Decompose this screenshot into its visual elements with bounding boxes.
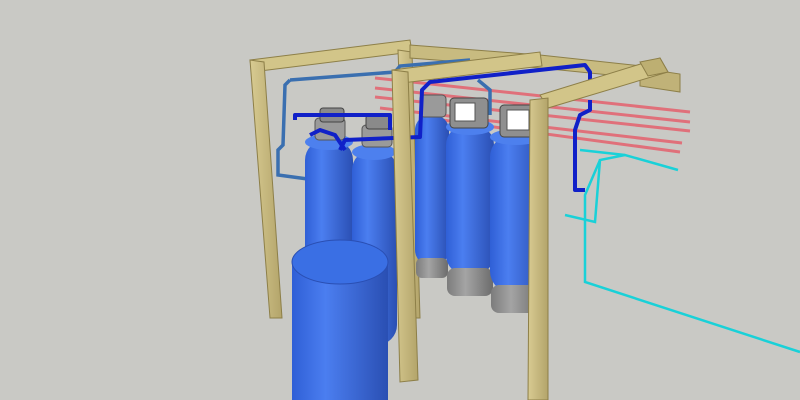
tank-base-3 xyxy=(416,258,448,278)
brine-tank xyxy=(291,239,389,400)
front-frame-right xyxy=(527,57,669,400)
tank-base-4 xyxy=(447,268,493,296)
water-treatment-scene xyxy=(0,0,800,400)
scene-canvas xyxy=(249,39,800,400)
cyan-pipe xyxy=(564,148,800,354)
filter-tank-4 xyxy=(446,97,494,296)
